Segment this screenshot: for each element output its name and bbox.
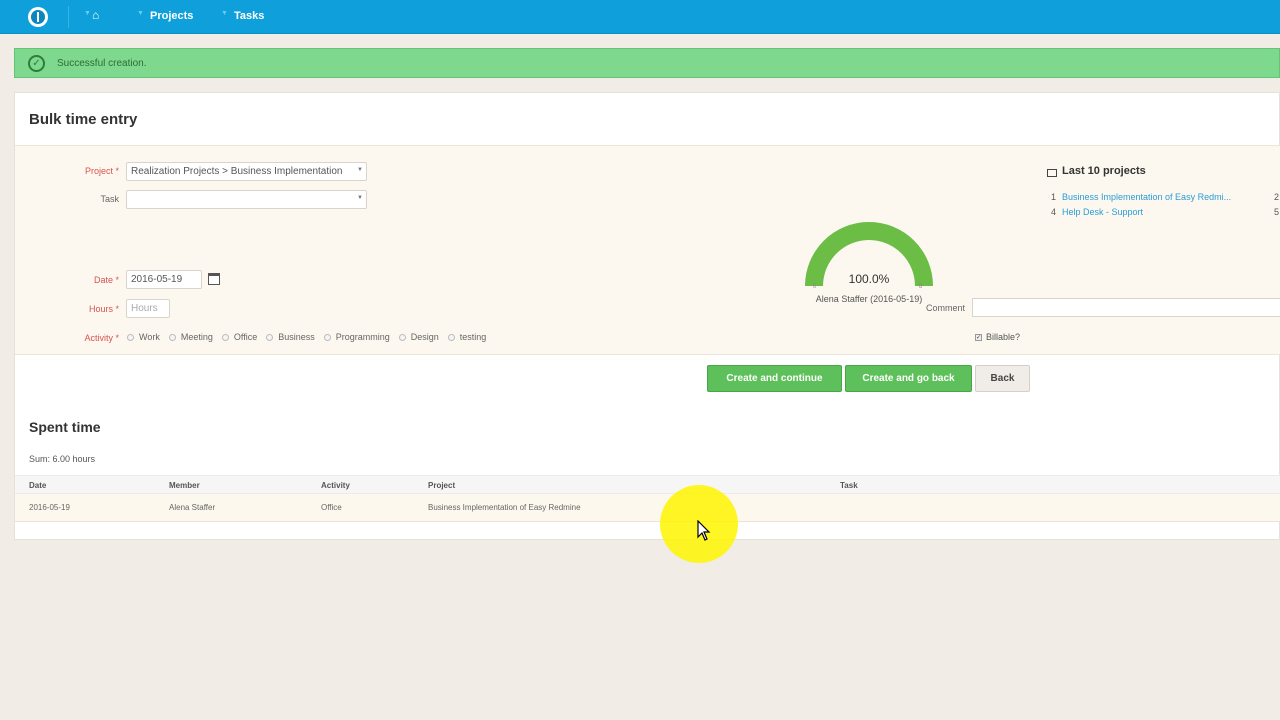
cell-member: Alena Staffer	[169, 503, 216, 512]
column-header-project[interactable]: Project	[428, 481, 455, 490]
activity-option-testing[interactable]: testing	[447, 332, 487, 342]
check-circle-icon: ✓	[28, 55, 45, 72]
calendar-icon[interactable]	[208, 273, 220, 285]
nav-projects[interactable]: Projects	[150, 10, 193, 22]
gauge-min-label: 0	[813, 284, 817, 290]
activity-option-design[interactable]: Design	[398, 332, 439, 342]
chevron-down-icon: ▼	[357, 167, 363, 173]
activity-option-label: Office	[233, 332, 258, 342]
activity-option-label: Business	[278, 332, 315, 342]
hours-label: Hours *	[88, 304, 119, 314]
activity-option-label: testing	[459, 332, 487, 342]
cell-date: 2016-05-19	[29, 503, 70, 512]
create-and-go-back-button[interactable]: Create and go back	[845, 365, 972, 392]
top-navigation-bar: ▼ ⌂ ▼ Projects ▼ Tasks	[0, 0, 1280, 34]
radio-icon[interactable]	[168, 333, 176, 341]
last-project-number: 4	[1051, 207, 1057, 217]
chevron-down-icon: ▼	[84, 10, 91, 17]
hours-gauge: 100.0% 0 8 Alena Staffer (2016-05-19)	[801, 216, 941, 306]
table-row[interactable]: 2016-05-19 Alena Staffer Office Business…	[15, 494, 1280, 522]
hours-input[interactable]: Hours	[126, 299, 170, 318]
activity-option-office[interactable]: Office	[221, 332, 258, 342]
activity-option-label: Work	[139, 332, 160, 342]
project-select-value: Realization Projects > Business Implemen…	[131, 166, 343, 177]
project-label: Project *	[84, 166, 119, 176]
radio-icon[interactable]	[266, 333, 274, 341]
spent-time-sum: Sum: 6.00 hours	[29, 454, 96, 464]
power-icon[interactable]	[28, 7, 48, 27]
billable-label: Billable?	[986, 332, 1021, 342]
task-select[interactable]: ▼	[126, 190, 367, 209]
comment-label: Comment	[925, 303, 965, 313]
last-project-number: 1	[1051, 192, 1057, 202]
back-button[interactable]: Back	[975, 365, 1030, 392]
last-project-item[interactable]: 1 Business Implementation of Easy Redmi..…	[1051, 192, 1231, 202]
chevron-down-icon: ▼	[137, 10, 144, 17]
activity-option-label: Programming	[335, 332, 390, 342]
checkbox-icon[interactable]: ✓	[975, 333, 982, 341]
mouse-pointer-icon	[697, 520, 711, 541]
column-header-date[interactable]: Date	[29, 481, 46, 490]
gauge-max-label: 8	[919, 284, 923, 290]
activity-radio-group: Work Meeting Office Business Programming…	[127, 332, 495, 342]
last-project-link[interactable]: Help Desk - Support	[1062, 207, 1143, 217]
column-header-activity[interactable]: Activity	[321, 481, 350, 490]
time-entry-form: Project * Realization Projects > Busines…	[15, 145, 1280, 355]
success-flash: ✓ Successful creation.	[14, 48, 1280, 78]
cell-project: Business Implementation of Easy Redmine	[428, 503, 581, 512]
chevron-down-icon: ▼	[357, 195, 363, 201]
chevron-down-icon: ▼	[221, 10, 228, 17]
activity-option-work[interactable]: Work	[127, 332, 160, 342]
task-label: Task	[100, 194, 119, 204]
home-icon[interactable]: ⌂	[92, 8, 99, 22]
activity-label: Activity *	[84, 333, 119, 343]
flash-message: Successful creation.	[57, 58, 147, 69]
gauge-value: 100.0%	[848, 272, 890, 286]
project-select[interactable]: Realization Projects > Business Implemen…	[126, 162, 367, 181]
last-projects-title: Last 10 projects	[1062, 165, 1146, 177]
page-title: Bulk time entry	[29, 111, 138, 128]
last-project-count: 5	[1274, 207, 1280, 217]
date-input[interactable]: 2016-05-19	[126, 270, 202, 289]
radio-icon[interactable]	[323, 333, 331, 341]
radio-icon[interactable]	[447, 333, 455, 341]
spent-time-title: Spent time	[29, 419, 101, 435]
activity-option-business[interactable]: Business	[266, 332, 315, 342]
last-project-item[interactable]: 4 Help Desk - Support	[1051, 207, 1143, 217]
activity-option-label: Design	[410, 332, 439, 342]
radio-icon[interactable]	[127, 333, 134, 341]
create-and-continue-button[interactable]: Create and continue	[707, 365, 842, 392]
activity-option-programming[interactable]: Programming	[323, 332, 390, 342]
nav-tasks[interactable]: Tasks	[234, 10, 264, 22]
radio-icon[interactable]	[221, 333, 229, 341]
spent-time-table-header: Date Member Activity Project Task	[15, 475, 1280, 494]
activity-option-meeting[interactable]: Meeting	[168, 332, 213, 342]
column-header-task[interactable]: Task	[840, 481, 858, 490]
activity-option-label: Meeting	[180, 332, 213, 342]
bulk-time-entry-panel: Bulk time entry Project * Realization Pr…	[14, 92, 1280, 540]
nav-divider	[68, 6, 69, 28]
comment-input[interactable]	[972, 298, 1280, 317]
last-project-count: 2	[1274, 192, 1280, 202]
column-header-member[interactable]: Member	[169, 481, 200, 490]
radio-icon[interactable]	[398, 333, 406, 341]
cell-activity: Office	[321, 503, 342, 512]
date-label: Date *	[93, 275, 119, 285]
last-project-link[interactable]: Business Implementation of Easy Redmi...	[1062, 192, 1231, 202]
billable-checkbox-row[interactable]: ✓ Billable?	[975, 332, 1020, 342]
folder-icon	[1047, 169, 1057, 177]
